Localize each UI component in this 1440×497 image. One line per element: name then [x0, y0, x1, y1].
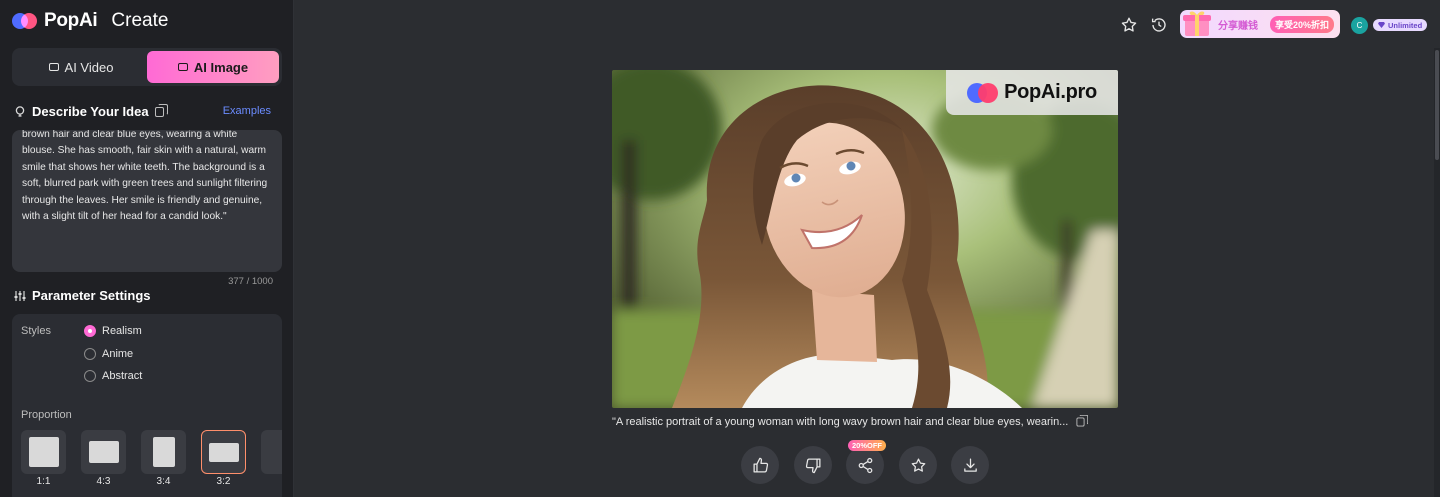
download-button[interactable]	[951, 446, 989, 484]
gem-icon	[1378, 22, 1385, 28]
landscape-icon	[88, 441, 119, 463]
dislike-button[interactable]	[794, 446, 832, 484]
square-icon	[28, 437, 59, 467]
share-discount-badge: 20%OFF	[848, 440, 887, 451]
sliders-icon	[14, 290, 26, 302]
portrait-icon	[152, 437, 175, 467]
caption-text: "A realistic portrait of a young woman w…	[612, 416, 1069, 428]
favorite-icon[interactable]	[1118, 14, 1140, 36]
copy-icon[interactable]	[154, 103, 168, 117]
plan-badge[interactable]: Unlimited	[1373, 19, 1428, 31]
parameter-panel: Styles Realism Anime Abstract Proportion…	[12, 314, 282, 497]
ai-image-label: AI Image	[193, 59, 249, 75]
ratio-1-1-button[interactable]	[21, 430, 66, 474]
sidebar: PopAi Create AI Video AI Image Describe …	[0, 0, 294, 497]
share-button[interactable]	[846, 446, 884, 484]
lightbulb-icon	[14, 105, 26, 118]
examples-link[interactable]: Examples	[223, 105, 271, 117]
ratio-label: 1:1	[36, 476, 51, 487]
plan-label: Unlimited	[1388, 20, 1423, 30]
style-label: Anime	[102, 348, 134, 360]
download-icon	[963, 457, 977, 472]
promo-text: 分享赚钱	[1218, 20, 1258, 32]
video-icon	[48, 63, 59, 71]
ratio-label: 3:4	[156, 476, 171, 487]
history-icon[interactable]	[1148, 14, 1170, 36]
idea-text: brown hair and clear blue eyes, wearing …	[22, 130, 268, 223]
styles-label: Styles	[21, 325, 51, 337]
style-option-abstract[interactable]: Abstract	[84, 370, 142, 382]
parameter-settings-heading: Parameter Settings	[14, 288, 151, 303]
parameter-settings-title: Parameter Settings	[32, 288, 151, 303]
describe-idea-heading: Describe Your Idea	[14, 103, 168, 119]
watermark-text: PopAi.pro	[1004, 81, 1097, 103]
star-icon	[911, 457, 925, 472]
gift-icon	[1182, 6, 1212, 36]
ai-video-label: AI Video	[64, 59, 114, 75]
ratio-label: 4:3	[96, 476, 111, 487]
ratio-more-button[interactable]	[261, 430, 282, 474]
char-count: 377 / 1000	[228, 276, 273, 287]
ai-video-tab[interactable]: AI Video	[15, 51, 147, 83]
ratio-4-3-button[interactable]	[81, 430, 126, 474]
copy-icon[interactable]	[1076, 414, 1089, 427]
share-icon	[858, 457, 872, 473]
watermark: PopAi.pro	[946, 70, 1118, 115]
radio-unchecked[interactable]	[84, 348, 96, 360]
radio-unchecked[interactable]	[84, 370, 96, 382]
thumbs-down-icon	[805, 457, 821, 473]
proportion-label: Proportion	[21, 409, 72, 421]
image-icon	[177, 63, 188, 71]
ratio-3-2-button[interactable]	[201, 430, 246, 474]
ai-image-tab[interactable]: AI Image	[147, 51, 279, 83]
ratio-3-4-button[interactable]	[141, 430, 186, 474]
style-option-anime[interactable]: Anime	[84, 348, 133, 360]
describe-idea-title: Describe Your Idea	[32, 104, 149, 119]
favorite-button[interactable]	[899, 446, 937, 484]
brand[interactable]: PopAi Create	[12, 8, 168, 34]
referral-promo-banner[interactable]: 分享赚钱 享受20%折扣	[1180, 10, 1340, 38]
radio-checked[interactable]	[84, 325, 96, 337]
wide-icon	[208, 442, 239, 462]
scrollbar-thumb[interactable]	[1435, 50, 1439, 160]
style-option-realism[interactable]: Realism	[84, 325, 142, 337]
avatar[interactable]: C	[1351, 17, 1368, 34]
mode-switch: AI Video AI Image	[12, 48, 282, 86]
section-title: Create	[111, 10, 169, 31]
promo-discount-badge: 享受20%折扣	[1270, 15, 1335, 33]
popai-logo-icon	[967, 81, 1000, 105]
style-label: Realism	[102, 325, 142, 337]
thumbs-up-icon	[752, 457, 768, 473]
generated-image[interactable]: PopAi.pro	[612, 70, 1118, 408]
popai-logo-icon	[12, 11, 40, 31]
style-label: Abstract	[102, 370, 143, 382]
like-button[interactable]	[741, 446, 779, 484]
brand-name: PopAi	[44, 10, 98, 31]
ratio-label: 3:2	[216, 476, 231, 487]
image-caption: "A realistic portrait of a young woman w…	[612, 414, 1089, 428]
portrait-photo	[612, 70, 1118, 408]
idea-textarea[interactable]: brown hair and clear blue eyes, wearing …	[12, 130, 282, 272]
